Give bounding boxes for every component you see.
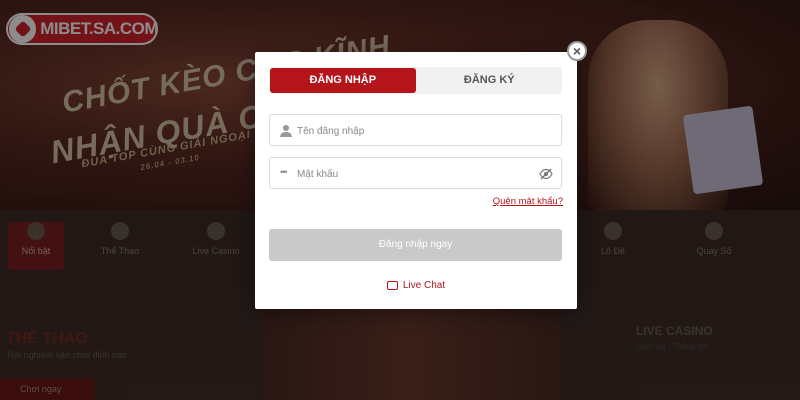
live-chat-label: Live Chat: [402, 280, 446, 291]
forgot-password-link[interactable]: Quên mật khẩu?: [493, 196, 563, 207]
auth-tabs: ĐĂNG NHẬP ĐĂNG KÝ: [269, 67, 562, 94]
username-field[interactable]: [269, 114, 562, 147]
live-chat-link[interactable]: Live Chat: [255, 280, 577, 291]
tab-login[interactable]: ĐĂNG NHẬP: [270, 68, 416, 93]
password-input[interactable]: [295, 158, 539, 190]
user-icon: [280, 125, 292, 137]
chat-icon: [386, 281, 398, 290]
tab-register[interactable]: ĐĂNG KÝ: [417, 67, 563, 94]
password-dots-icon: •••: [280, 167, 288, 177]
close-icon[interactable]: ×: [567, 41, 587, 61]
username-input[interactable]: [295, 115, 539, 147]
password-field[interactable]: •••: [269, 157, 562, 190]
login-submit-button[interactable]: Đăng nhập ngay: [269, 229, 562, 261]
eye-slash-icon[interactable]: [539, 167, 553, 180]
login-modal: ĐĂNG NHẬP ĐĂNG KÝ ••• Quên mật khẩu? Đăn…: [255, 52, 577, 309]
